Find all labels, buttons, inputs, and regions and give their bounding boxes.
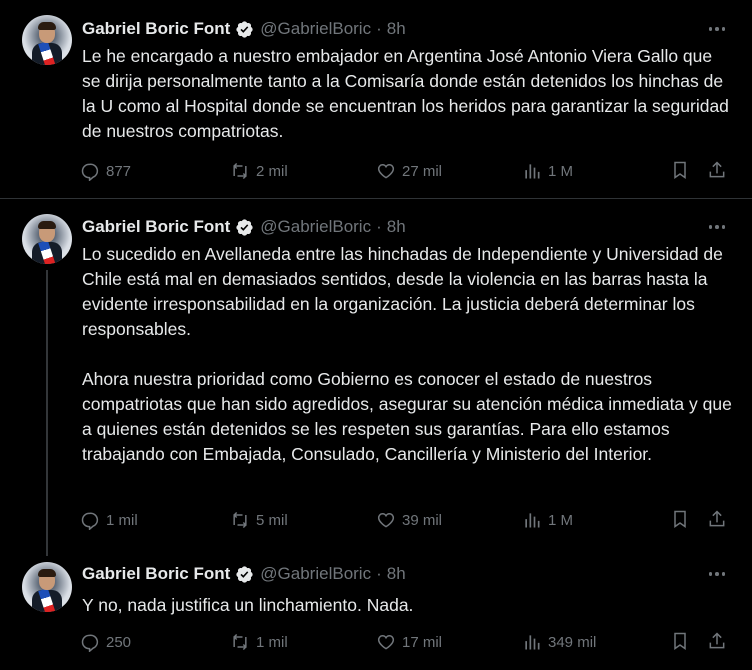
repost-icon [233, 162, 247, 180]
like-button[interactable]: 39 mil [376, 509, 442, 531]
tweet-header: Gabriel Boric Font @GabrielBoric · 8h [82, 18, 406, 40]
repost-icon [233, 511, 247, 529]
repost-icon [233, 633, 247, 651]
share-icon[interactable] [707, 631, 727, 651]
like-button[interactable]: 17 mil [376, 631, 442, 653]
views-count: 349 mil [548, 633, 597, 651]
views-count: 1 M [548, 511, 574, 529]
views-chart-icon [525, 513, 540, 528]
tweet-1[interactable]: Gabriel Boric Font @GabrielBoric · 8h Le… [0, 0, 752, 198]
tweet-header: Gabriel Boric Font @GabrielBoric · 8h [82, 216, 406, 238]
tweet-text: Lo sucedido en Avellaneda entre las hinc… [82, 244, 732, 464]
views-button[interactable]: 349 mil [522, 631, 596, 653]
tweet-text: Le he encargado a nuestro embajador en A… [82, 46, 729, 141]
reply-button[interactable]: 250 [80, 631, 131, 653]
heart-icon [377, 634, 395, 650]
verified-badge-icon [236, 565, 253, 583]
repost-button[interactable]: 1 mil [230, 631, 288, 653]
repost-count: 5 mil [256, 511, 288, 529]
like-count: 39 mil [402, 511, 443, 529]
tweet-2[interactable]: Gabriel Boric Font @GabrielBoric · 8h Lo… [0, 199, 752, 549]
separator-dot: · [376, 564, 382, 583]
more-dots-icon[interactable] [706, 216, 728, 238]
more-dots-icon[interactable] [706, 563, 728, 585]
author-name[interactable]: Gabriel Boric Font [82, 19, 230, 39]
repost-button[interactable]: 5 mil [230, 509, 288, 531]
verified-badge-icon [236, 218, 253, 236]
bookmark-icon[interactable] [670, 509, 690, 529]
repost-button[interactable]: 2 mil [230, 160, 288, 182]
reply-button[interactable]: 1 mil [80, 509, 138, 531]
separator-dot: · [376, 19, 382, 38]
tweet-text: Y no, nada justifica un linchamiento. Na… [82, 595, 414, 615]
views-count: 1 M [548, 162, 574, 180]
like-count: 17 mil [402, 633, 443, 651]
views-button[interactable]: 1 M [522, 509, 573, 531]
tweet-header: Gabriel Boric Font @GabrielBoric · 8h [82, 563, 406, 585]
author-handle[interactable]: @GabrielBoric [260, 19, 371, 39]
share-icon[interactable] [707, 160, 727, 180]
heart-icon [377, 163, 395, 179]
author-handle[interactable]: @GabrielBoric [260, 564, 371, 584]
views-chart-icon [525, 164, 540, 179]
bookmark-icon[interactable] [670, 160, 690, 180]
like-count: 27 mil [402, 162, 443, 180]
timestamp[interactable]: 8h [387, 217, 406, 237]
bookmark-icon[interactable] [670, 631, 690, 651]
avatar[interactable] [22, 562, 72, 612]
share-icon[interactable] [707, 509, 727, 529]
repost-count: 1 mil [256, 633, 288, 651]
tweet-3[interactable]: Gabriel Boric Font @GabrielBoric · 8h Y … [0, 549, 752, 670]
timestamp[interactable]: 8h [387, 19, 406, 39]
reply-count: 877 [106, 162, 132, 180]
reply-button[interactable]: 877 [80, 160, 131, 182]
tweet-actions: 250 1 mil 17 mil 349 mil [80, 631, 730, 653]
author-name[interactable]: Gabriel Boric Font [82, 217, 230, 237]
tweet-actions: 877 2 mil 27 mil 1 M [80, 160, 730, 182]
heart-icon [377, 512, 395, 528]
reply-icon [81, 634, 99, 652]
views-chart-icon [525, 635, 540, 650]
reply-icon [81, 163, 99, 181]
views-button[interactable]: 1 M [522, 160, 573, 182]
avatar[interactable] [22, 15, 72, 65]
timestamp[interactable]: 8h [387, 564, 406, 584]
author-handle[interactable]: @GabrielBoric [260, 217, 371, 237]
repost-count: 2 mil [256, 162, 288, 180]
verified-badge-icon [236, 20, 253, 38]
author-name[interactable]: Gabriel Boric Font [82, 564, 230, 584]
tweet-actions: 1 mil 5 mil 39 mil 1 M [80, 509, 730, 531]
like-button[interactable]: 27 mil [376, 160, 442, 182]
more-dots-icon[interactable] [706, 18, 728, 40]
reply-count: 250 [106, 633, 132, 651]
avatar[interactable] [22, 214, 72, 264]
reply-icon [81, 512, 99, 530]
separator-dot: · [376, 217, 382, 236]
reply-count: 1 mil [106, 511, 138, 529]
